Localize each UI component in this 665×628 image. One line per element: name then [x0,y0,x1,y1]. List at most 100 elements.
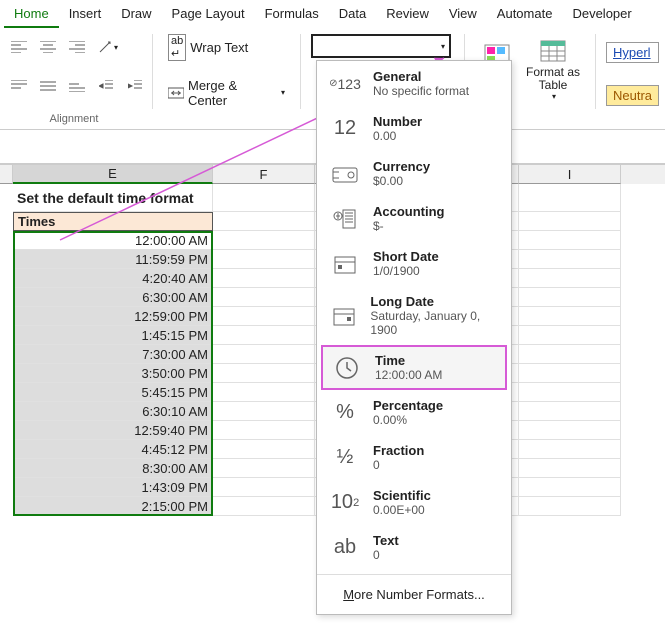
tab-view[interactable]: View [439,2,487,28]
format-sample: $0.00 [373,174,430,188]
cell-style-hyperlink[interactable]: Hyperl [606,42,659,63]
format-general[interactable]: ⊘123 GeneralNo specific format [317,61,511,106]
col-header-i[interactable]: I [519,165,621,184]
data-cell[interactable]: 2:15:00 PM [13,497,213,516]
format-title: Time [375,353,442,368]
tab-automate[interactable]: Automate [487,2,563,28]
tab-home[interactable]: Home [4,2,59,28]
tab-developer[interactable]: Developer [562,2,641,28]
decrease-indent-button[interactable] [93,73,119,99]
format-number[interactable]: 12 Number0.00 [317,106,511,151]
merge-icon [168,86,184,100]
shortdate-icon [329,250,361,278]
format-shortdate[interactable]: Short Date1/0/1900 [317,241,511,286]
format-longdate[interactable]: Long DateSaturday, January 0, 1900 [317,286,511,345]
data-cell[interactable]: 1:45:15 PM [13,326,213,345]
increase-indent-button[interactable] [122,73,148,99]
format-currency[interactable]: Currency$0.00 [317,151,511,196]
format-sample: 0 [373,458,424,472]
data-cell[interactable]: 4:20:40 AM [13,269,213,288]
title-cell[interactable]: Set the default time format [13,184,213,212]
table-icon [539,39,567,63]
col-header-e[interactable]: E [13,165,213,184]
text-icon: ab [329,534,361,562]
number-format-menu: ⊘123GeneralNo specific format12Number0.0… [316,60,512,615]
align-middle-button[interactable] [35,73,61,99]
more-number-formats[interactable]: More Number Formats... [317,579,511,610]
time-icon [331,354,363,382]
format-percentage[interactable]: % Percentage0.00% [317,390,511,435]
format-as-table-button[interactable]: Format as Table ▾ [521,36,585,104]
header-cell[interactable]: Times [13,212,213,231]
tab-insert[interactable]: Insert [59,2,112,28]
wrap-text-label: Wrap Text [190,40,248,55]
format-fraction[interactable]: ½ Fraction0 [317,435,511,480]
align-right-button[interactable] [64,34,90,60]
longdate-icon [329,302,358,330]
format-sample: 0 [373,548,399,562]
align-top-button[interactable] [6,73,32,99]
data-cell[interactable]: 7:30:00 AM [13,345,213,364]
number-format-dropdown[interactable]: ▾ [311,34,451,58]
format-title: Text [373,533,399,548]
tab-draw[interactable]: Draw [111,2,161,28]
number-icon: 12 [329,115,361,143]
format-title: Long Date [370,294,499,309]
format-title: Currency [373,159,430,174]
tab-pagelayout[interactable]: Page Layout [162,2,255,28]
tab-formulas[interactable]: Formulas [255,2,329,28]
tbl-label: Format as Table [521,66,585,92]
fraction-icon: ½ [329,444,361,472]
data-cell[interactable]: 8:30:00 AM [13,459,213,478]
format-sample: $- [373,219,445,233]
cell-style-neutral[interactable]: Neutra [606,85,659,106]
ribbon-tabs: Home Insert Draw Page Layout Formulas Da… [0,0,665,28]
format-sample: 12:00:00 AM [375,368,442,382]
align-bottom-button[interactable] [64,73,90,99]
format-scientific[interactable]: 102 Scientific0.00E+00 [317,480,511,525]
format-sample: 0.00E+00 [373,503,431,517]
group-label-alignment: Alignment [6,111,142,125]
format-title: Accounting [373,204,445,219]
format-sample: 0.00 [373,129,422,143]
data-cell[interactable]: 6:30:10 AM [13,402,213,421]
format-title: Fraction [373,443,424,458]
format-text[interactable]: ab Text0 [317,525,511,570]
data-cell[interactable]: 4:45:12 PM [13,440,213,459]
orientation-button[interactable]: ▾ [93,34,123,60]
align-left-button[interactable] [6,34,32,60]
format-title: Number [373,114,422,129]
scientific-icon: 102 [329,489,361,517]
align-center-button[interactable] [35,34,61,60]
format-title: Scientific [373,488,431,503]
col-header-f[interactable]: F [213,165,315,184]
data-cell[interactable]: 1:43:09 PM [13,478,213,497]
data-cell[interactable]: 12:59:40 PM [13,421,213,440]
data-cell[interactable]: 5:45:15 PM [13,383,213,402]
data-cell[interactable]: 11:59:59 PM [13,250,213,269]
merge-center-label: Merge & Center [188,78,275,108]
format-accounting[interactable]: Accounting$- [317,196,511,241]
data-cell[interactable]: 12:59:00 PM [13,307,213,326]
format-title: General [373,69,469,84]
general-icon: ⊘123 [329,70,361,98]
format-sample: 0.00% [373,413,443,427]
merge-center-button[interactable]: Merge & Center ▾ [163,80,290,106]
data-cell[interactable]: 12:00:00 AM [13,231,213,250]
currency-icon [329,160,361,188]
wrap-icon: ab↵ [168,34,186,61]
data-cell[interactable]: 3:50:00 PM [13,364,213,383]
format-title: Short Date [373,249,439,264]
format-title: Percentage [373,398,443,413]
percentage-icon: % [329,399,361,427]
data-cell[interactable]: 6:30:00 AM [13,288,213,307]
accounting-icon [329,205,361,233]
wrap-text-button[interactable]: ab↵ Wrap Text [163,34,253,60]
tab-review[interactable]: Review [376,2,439,28]
tab-data[interactable]: Data [329,2,376,28]
chevron-down-icon: ▾ [441,42,445,51]
format-sample: Saturday, January 0, 1900 [370,309,499,337]
format-time[interactable]: Time12:00:00 AM [321,345,507,390]
format-sample: 1/0/1900 [373,264,439,278]
format-sample: No specific format [373,84,469,98]
